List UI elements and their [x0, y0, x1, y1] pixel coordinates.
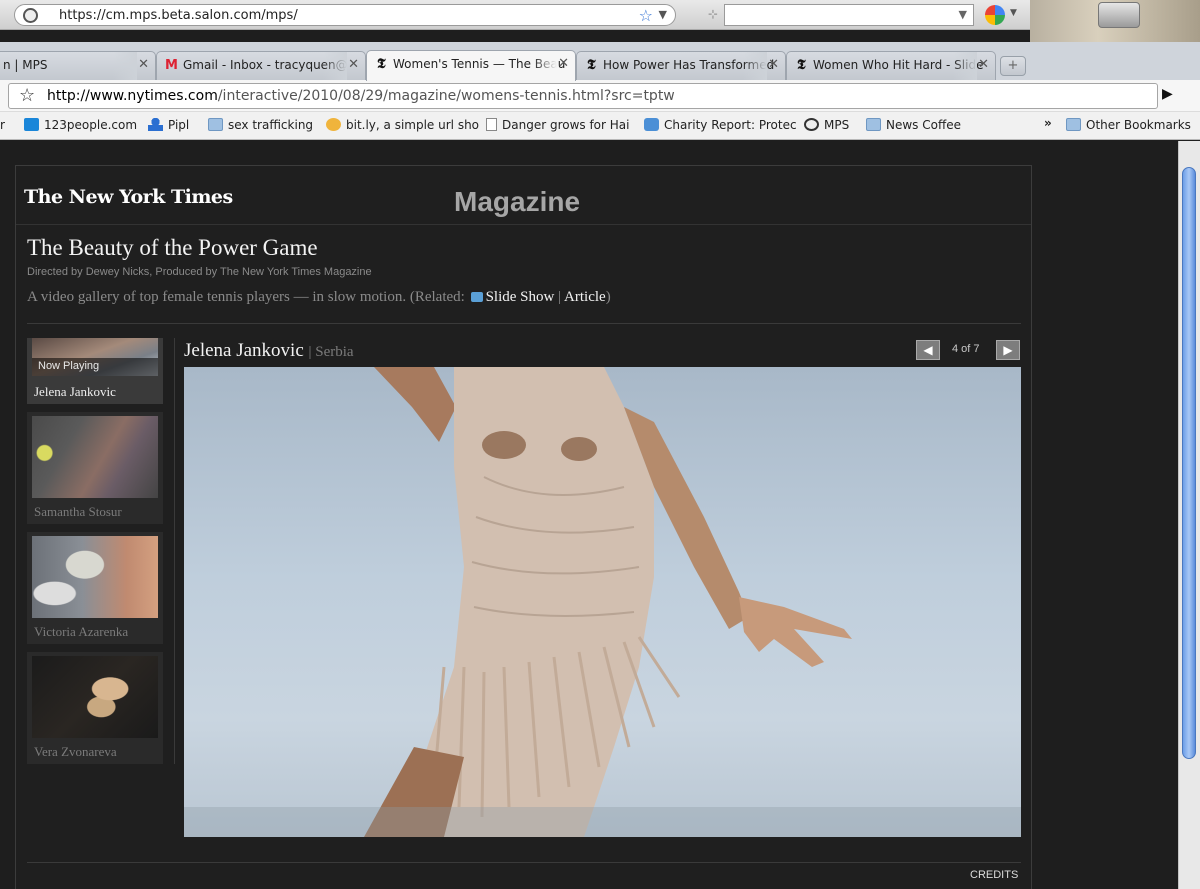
tab-label: n | MPS [3, 58, 48, 72]
previous-button[interactable]: ◀ [916, 340, 940, 360]
document-icon [486, 118, 497, 131]
address-text[interactable]: http://www.nytimes.com/interactive/2010/… [47, 88, 675, 104]
bookmark-charity-report[interactable]: Charity Report: Protec [644, 118, 797, 132]
page-title: The Beauty of the Power Game [27, 235, 318, 260]
description-end: ) [605, 289, 611, 305]
video-counter: 4 of 7 [952, 343, 980, 355]
bookmark-sex-trafficking[interactable]: sex trafficking [208, 118, 313, 132]
charity-icon [644, 118, 659, 131]
close-icon[interactable]: ✕ [138, 57, 149, 72]
thumbnail-image [32, 536, 158, 618]
byline: Directed by Dewey Nicks, Produced by The… [27, 266, 372, 278]
bookmark-mps[interactable]: MPS [804, 118, 849, 132]
tab-gmail[interactable]: M Gmail - Inbox - tracyquen@ ✕ [156, 51, 366, 80]
new-tab-button[interactable]: + [1000, 56, 1026, 76]
nyt-icon: 𝕿 [797, 57, 806, 73]
url-path: /interactive/2010/08/29/magazine/womens-… [217, 88, 675, 104]
url-host: http://www.nytimes.com [47, 88, 218, 104]
bookmark-123people[interactable]: 123people.com [24, 118, 137, 132]
star-icon[interactable]: ☆ [639, 6, 653, 25]
video-player[interactable] [184, 367, 1021, 837]
salon-favicon-icon [23, 8, 38, 23]
bookmark-pipl[interactable]: Pipl [148, 118, 189, 132]
tab-how-power[interactable]: 𝕿 How Power Has Transformed ✕ [576, 51, 786, 80]
tab-womens-tennis[interactable]: 𝕿 Women's Tennis — The Beau ✕ [366, 50, 576, 81]
more-bookmarks-chevron-icon[interactable]: » [1044, 116, 1052, 130]
link-separator: | [558, 289, 562, 305]
divider [27, 323, 1021, 324]
nyt-icon: 𝕿 [377, 56, 386, 72]
folder-icon [866, 118, 881, 131]
description: A video gallery of top female tennis pla… [27, 289, 611, 306]
thumbnail-image [32, 416, 158, 498]
background-url-text: https://cm.mps.beta.salon.com/mps/ [59, 8, 298, 23]
tab-women-who-hit[interactable]: 𝕿 Women Who Hit Hard - Slide ✕ [786, 51, 996, 80]
123people-icon [24, 118, 39, 131]
thumbnail-vera-zvonareva[interactable]: Vera Zvonareva [27, 652, 163, 764]
chevron-down-icon[interactable]: ▼ [659, 8, 667, 21]
close-icon[interactable]: ✕ [768, 57, 779, 72]
article-link[interactable]: Article [564, 289, 606, 305]
nyt-logo[interactable]: The New York Times [24, 186, 233, 208]
thumbnail-jelena-jankovic[interactable]: Now Playing Jelena Jankovic [27, 338, 163, 404]
thumbnail-name: Jelena Jankovic [34, 384, 116, 399]
section-title[interactable]: Magazine [454, 186, 580, 218]
thumbnail-name: Victoria Azarenka [34, 624, 129, 639]
interactive-panel: The New York Times Magazine The Beauty o… [15, 165, 1032, 889]
hard-drive-icon[interactable] [1098, 2, 1140, 28]
gmail-icon: M [165, 58, 178, 73]
thumbnail-victoria-azarenka[interactable]: Victoria Azarenka [27, 532, 163, 644]
folder-icon [1066, 118, 1081, 131]
person-icon [148, 118, 163, 131]
camera-icon [470, 292, 483, 302]
thumbnail-name: Vera Zvonareva [34, 744, 117, 759]
scrollbar-thumb[interactable] [1182, 167, 1196, 759]
background-url-field[interactable]: https://cm.mps.beta.salon.com/mps/ ☆ ▼ [14, 4, 676, 26]
bookmark-star-icon[interactable]: ☆ [19, 85, 35, 106]
bookmark-news-coffee[interactable]: News Coffee [866, 118, 961, 132]
description-text: A video gallery of top female tennis pla… [27, 289, 465, 305]
snapback-icon[interactable]: ⊹ [708, 7, 718, 21]
nyt-icon: 𝕿 [587, 57, 596, 73]
player-heading: Jelena Jankovic | Serbia [184, 340, 354, 362]
player-name: Jelena Jankovic [184, 340, 304, 361]
thumbnail-name: Samantha Stosur [34, 504, 122, 519]
close-icon[interactable]: ✕ [558, 56, 569, 71]
page-menu-icon[interactable]: ▶ [1162, 86, 1173, 102]
header: The New York Times Magazine [16, 166, 1031, 225]
bookmark-bitly[interactable]: bit.ly, a simple url sho [326, 118, 479, 132]
bookmark-danger-grows[interactable]: Danger grows for Hai [486, 118, 629, 132]
thumbnail-separator [174, 338, 175, 764]
close-icon[interactable]: ✕ [978, 57, 989, 72]
google-icon[interactable] [985, 5, 1005, 25]
bitly-icon [326, 118, 341, 131]
bottom-divider [27, 862, 1021, 863]
now-playing-label: Now Playing [32, 358, 158, 376]
folder-icon [208, 118, 223, 131]
search-field[interactable]: ▼ [724, 4, 974, 26]
search-dropdown-icon[interactable]: ▼ [959, 8, 967, 21]
next-button[interactable]: ▶ [996, 340, 1020, 360]
desktop-background [1030, 0, 1200, 42]
tab-mps[interactable]: n | MPS ✕ [0, 51, 156, 80]
mps-icon [804, 118, 819, 131]
video-frame-illustration [184, 367, 1021, 837]
google-dropdown-icon[interactable]: ▼ [1010, 8, 1017, 18]
credits-link[interactable]: CREDITS [970, 869, 1018, 881]
background-window-bar: https://cm.mps.beta.salon.com/mps/ ☆ ▼ ⊹… [0, 0, 1200, 30]
player-country: | Serbia [308, 344, 354, 360]
bookmarks-bar: r 123people.com Pipl sex trafficking bit… [0, 112, 1200, 140]
web-page: The New York Times Magazine The Beauty o… [0, 141, 1178, 889]
thumbnail-samantha-stosur[interactable]: Samantha Stosur [27, 412, 163, 524]
close-icon[interactable]: ✕ [348, 57, 359, 72]
address-bar[interactable]: ☆ http://www.nytimes.com/interactive/201… [8, 83, 1158, 109]
vertical-scrollbar[interactable] [1178, 141, 1200, 889]
bookmark-truncated[interactable]: r [0, 118, 5, 132]
toolbar: ☆ http://www.nytimes.com/interactive/201… [0, 80, 1200, 112]
other-bookmarks[interactable]: Other Bookmarks [1066, 118, 1191, 132]
slideshow-link[interactable]: Slide Show [486, 289, 555, 305]
tab-strip: n | MPS ✕ M Gmail - Inbox - tracyquen@ ✕… [0, 42, 1200, 81]
thumbnail-image [32, 656, 158, 738]
